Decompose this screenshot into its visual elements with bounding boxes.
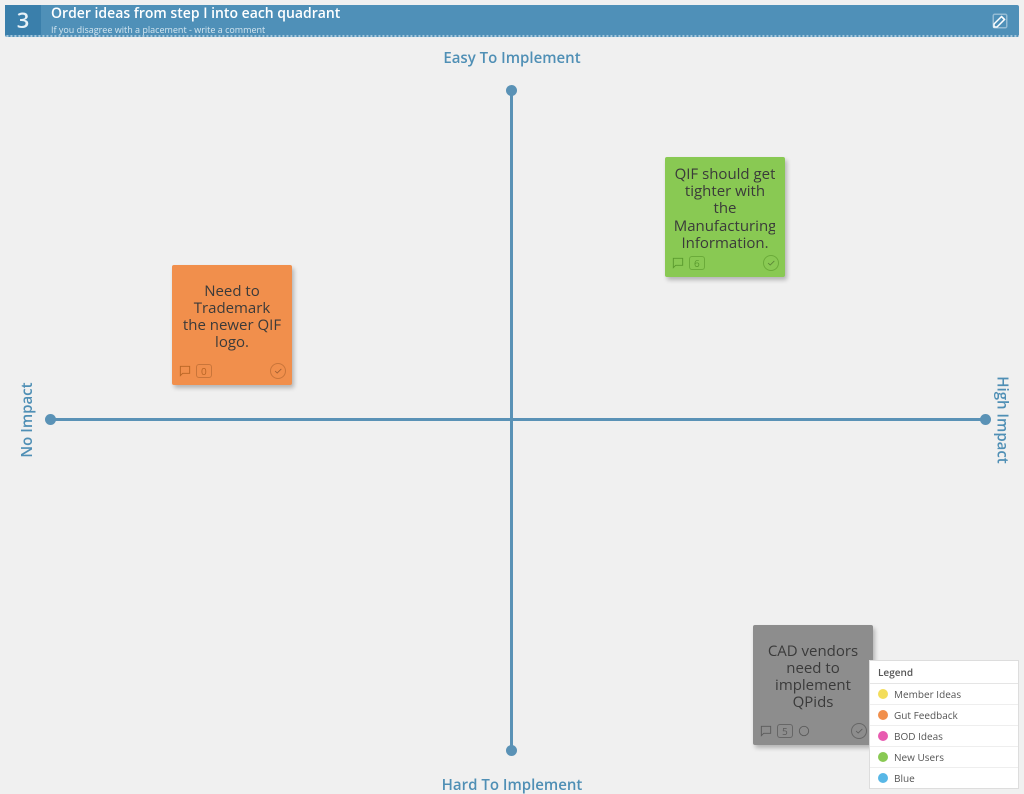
sticky-note-text: QIF should get tighter with the Manufact… — [675, 167, 775, 251]
sticky-note-text: Need to Trademark the newer QIF logo. — [182, 275, 282, 359]
axis-label-right: High Impact — [993, 376, 1013, 464]
approve-toggle[interactable] — [270, 363, 286, 379]
comment-icon[interactable] — [178, 364, 192, 378]
legend-label: Gut Feedback — [894, 708, 958, 722]
legend-item[interactable]: Member Ideas — [870, 684, 1018, 705]
legend-swatch — [878, 731, 888, 741]
axis-endpoint-left — [45, 414, 56, 425]
axis-label-left: No Impact — [17, 382, 37, 457]
legend-panel: Legend Member Ideas Gut Feedback BOD Ide… — [869, 660, 1019, 789]
quadrant-canvas[interactable]: Easy To Implement Hard To Implement No I… — [5, 40, 1019, 789]
axis-endpoint-top — [506, 85, 517, 96]
reaction-icon[interactable] — [797, 724, 811, 738]
axis-label-top: Easy To Implement — [5, 48, 1019, 68]
step-header: 3 Order ideas from step I into each quad… — [5, 5, 1019, 37]
approve-toggle[interactable] — [851, 723, 867, 739]
axis-vertical — [510, 90, 513, 750]
legend-label: Member Ideas — [894, 687, 961, 701]
sticky-note-footer: 5 — [759, 723, 867, 739]
step-header-text: Order ideas from step I into each quadra… — [41, 5, 350, 35]
legend-title: Legend — [870, 661, 1018, 684]
legend-item[interactable]: New Users — [870, 747, 1018, 768]
legend-swatch — [878, 710, 888, 720]
legend-swatch — [878, 773, 888, 783]
step-subtitle: If you disagree with a placement - write… — [51, 23, 340, 36]
axis-endpoint-bottom — [506, 745, 517, 756]
comment-icon[interactable] — [759, 724, 773, 738]
legend-item[interactable]: BOD Ideas — [870, 726, 1018, 747]
axis-horizontal — [50, 418, 985, 421]
step-title: Order ideas from step I into each quadra… — [51, 6, 340, 21]
legend-label: New Users — [894, 750, 944, 764]
sticky-note[interactable]: Need to Trademark the newer QIF logo. 0 — [172, 265, 292, 385]
edit-step-button[interactable] — [989, 10, 1011, 32]
sticky-note[interactable]: CAD vendors need to implement QPids 5 — [753, 625, 873, 745]
legend-label: Blue — [894, 771, 915, 785]
legend-label: BOD Ideas — [894, 729, 943, 743]
legend-item[interactable]: Blue — [870, 768, 1018, 788]
sticky-note[interactable]: QIF should get tighter with the Manufact… — [665, 157, 785, 277]
legend-swatch — [878, 752, 888, 762]
comment-icon[interactable] — [671, 256, 685, 270]
edit-icon — [991, 12, 1009, 30]
comment-count: 0 — [196, 364, 212, 378]
legend-item[interactable]: Gut Feedback — [870, 705, 1018, 726]
legend-swatch — [878, 689, 888, 699]
comment-count: 5 — [777, 724, 793, 738]
approve-toggle[interactable] — [763, 255, 779, 271]
step-number: 3 — [5, 5, 41, 35]
axis-endpoint-right — [980, 414, 991, 425]
sticky-note-footer: 6 — [671, 255, 779, 271]
axis-label-bottom: Hard To Implement — [5, 775, 1019, 794]
app-root: 3 Order ideas from step I into each quad… — [0, 0, 1024, 794]
comment-count: 6 — [689, 256, 705, 270]
sticky-note-footer: 0 — [178, 363, 286, 379]
sticky-note-text: CAD vendors need to implement QPids — [763, 635, 863, 719]
